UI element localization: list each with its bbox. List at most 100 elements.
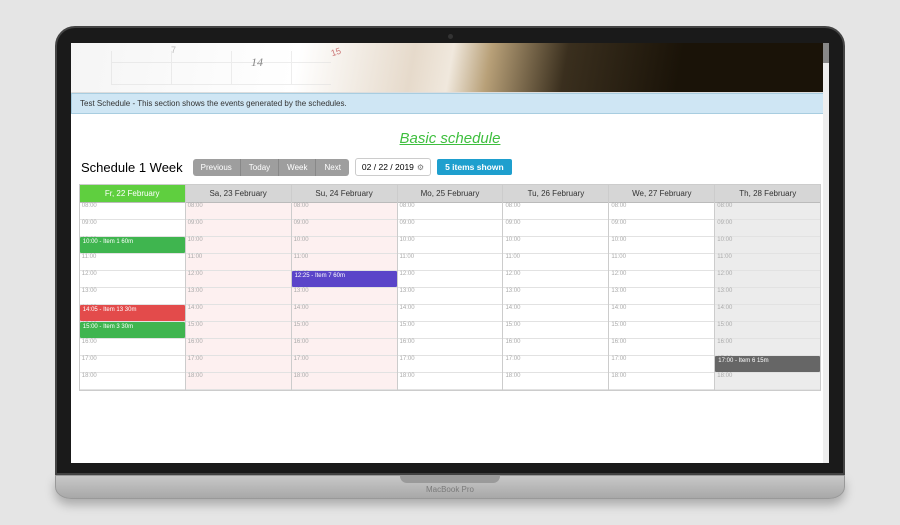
time-slot[interactable]: 17:00 xyxy=(503,356,608,373)
time-slot[interactable]: 15:00 xyxy=(609,322,714,339)
time-slot[interactable]: 09:00 xyxy=(503,220,608,237)
time-slot[interactable]: 10:00 xyxy=(503,237,608,254)
day-header[interactable]: Su, 24 February xyxy=(292,185,397,203)
time-slot[interactable]: 10:00 xyxy=(186,237,291,254)
time-slot[interactable]: 10:00 xyxy=(609,237,714,254)
time-slot[interactable]: 18:00 xyxy=(80,373,185,390)
time-slot[interactable]: 09:00 xyxy=(609,220,714,237)
time-slot[interactable]: 16:00 xyxy=(715,339,820,356)
time-slot[interactable]: 12:00 xyxy=(715,271,820,288)
time-slot[interactable]: 18:00 xyxy=(503,373,608,390)
time-slot[interactable]: 13:00 xyxy=(292,288,397,305)
time-slot[interactable]: 15:00 xyxy=(186,322,291,339)
time-slot[interactable]: 12:00 xyxy=(398,271,503,288)
date-input[interactable]: 02 / 22 / 2019 ⚙ xyxy=(355,158,431,176)
time-slot[interactable]: 16:00 xyxy=(398,339,503,356)
day-header[interactable]: Sa, 23 February xyxy=(186,185,291,203)
time-slot[interactable]: 11:00 xyxy=(186,254,291,271)
time-slot[interactable]: 18:00 xyxy=(398,373,503,390)
time-slot[interactable]: 10:00 xyxy=(715,237,820,254)
time-slot[interactable]: 11:00 xyxy=(80,254,185,271)
time-slot[interactable]: 12:00 xyxy=(186,271,291,288)
time-slot[interactable]: 15:00 xyxy=(715,322,820,339)
time-slot[interactable]: 08:00 xyxy=(292,203,397,220)
day-header[interactable]: We, 27 February xyxy=(609,185,714,203)
time-slot[interactable]: 14:00 xyxy=(186,305,291,322)
gear-icon[interactable]: ⚙ xyxy=(417,163,424,172)
scrollbar-thumb[interactable] xyxy=(823,43,829,63)
time-slot[interactable]: 09:00 xyxy=(186,220,291,237)
time-slot[interactable]: 16:00 xyxy=(80,339,185,356)
time-slot[interactable]: 18:00 xyxy=(609,373,714,390)
time-slot[interactable]: 14:0014:05 - Item 13 30m xyxy=(80,305,185,322)
today-button[interactable]: Today xyxy=(241,159,279,176)
time-slot[interactable]: 17:0017:00 - Item 6 15m xyxy=(715,356,820,373)
day-header[interactable]: Mo, 25 February xyxy=(398,185,503,203)
time-slot[interactable]: 10:0010:00 - Item 1 60m xyxy=(80,237,185,254)
time-slot[interactable]: 17:00 xyxy=(609,356,714,373)
day-column: Su, 24 February08:0009:0010:0011:0012:00… xyxy=(292,185,398,390)
time-slot[interactable]: 09:00 xyxy=(292,220,397,237)
time-slot[interactable]: 17:00 xyxy=(398,356,503,373)
time-slot[interactable]: 09:00 xyxy=(715,220,820,237)
time-slot[interactable]: 16:00 xyxy=(292,339,397,356)
week-button[interactable]: Week xyxy=(279,159,316,176)
time-slot[interactable]: 10:00 xyxy=(398,237,503,254)
time-slot[interactable]: 08:00 xyxy=(186,203,291,220)
scrollbar-vertical[interactable] xyxy=(823,43,829,463)
time-slot[interactable]: 12:00 xyxy=(503,271,608,288)
day-header[interactable]: Th, 28 February xyxy=(715,185,820,203)
time-slot[interactable]: 11:00 xyxy=(398,254,503,271)
day-header[interactable]: Tu, 26 February xyxy=(503,185,608,203)
time-slot[interactable]: 12:00 xyxy=(80,271,185,288)
time-slot[interactable]: 17:00 xyxy=(292,356,397,373)
time-slot[interactable]: 13:00 xyxy=(503,288,608,305)
time-slot[interactable]: 18:00 xyxy=(715,373,820,390)
calendar-event[interactable]: 17:00 - Item 6 15m xyxy=(715,356,820,372)
time-slot[interactable]: 13:00 xyxy=(398,288,503,305)
basic-schedule-link[interactable]: Basic schedule xyxy=(400,130,501,147)
time-slot[interactable]: 12:00 xyxy=(609,271,714,288)
hero-number: 15 xyxy=(330,46,343,59)
next-button[interactable]: Next xyxy=(316,159,348,176)
time-slot[interactable]: 10:00 xyxy=(292,237,397,254)
time-slot[interactable]: 15:00 xyxy=(503,322,608,339)
time-slot[interactable]: 12:0012:25 - Item 7 60m xyxy=(292,271,397,288)
time-slot[interactable]: 09:00 xyxy=(80,220,185,237)
time-slot[interactable]: 16:00 xyxy=(186,339,291,356)
time-slot[interactable]: 11:00 xyxy=(715,254,820,271)
time-slot[interactable]: 09:00 xyxy=(398,220,503,237)
time-slot[interactable]: 18:00 xyxy=(186,373,291,390)
day-header[interactable]: Fr, 22 February xyxy=(80,185,185,203)
calendar-event[interactable]: 15:00 - Item 3 30m xyxy=(80,322,185,338)
time-slot[interactable]: 11:00 xyxy=(609,254,714,271)
time-slot[interactable]: 08:00 xyxy=(715,203,820,220)
time-slot[interactable]: 14:00 xyxy=(292,305,397,322)
calendar-event[interactable]: 14:05 - Item 13 30m xyxy=(80,305,185,321)
time-slot[interactable]: 15:0015:00 - Item 3 30m xyxy=(80,322,185,339)
time-slot[interactable]: 14:00 xyxy=(609,305,714,322)
time-slot[interactable]: 13:00 xyxy=(80,288,185,305)
time-slot[interactable]: 08:00 xyxy=(503,203,608,220)
calendar-event[interactable]: 12:25 - Item 7 60m xyxy=(292,271,397,287)
time-slot[interactable]: 13:00 xyxy=(186,288,291,305)
time-slot[interactable]: 15:00 xyxy=(292,322,397,339)
time-slot[interactable]: 16:00 xyxy=(503,339,608,356)
calendar-event[interactable]: 10:00 - Item 1 60m xyxy=(80,237,185,253)
time-slot[interactable]: 08:00 xyxy=(80,203,185,220)
time-slot[interactable]: 08:00 xyxy=(609,203,714,220)
time-slot[interactable]: 11:00 xyxy=(292,254,397,271)
time-slot[interactable]: 14:00 xyxy=(398,305,503,322)
time-slot[interactable]: 17:00 xyxy=(80,356,185,373)
time-slot[interactable]: 17:00 xyxy=(186,356,291,373)
previous-button[interactable]: Previous xyxy=(193,159,241,176)
time-slot[interactable]: 08:00 xyxy=(398,203,503,220)
time-slot[interactable]: 13:00 xyxy=(609,288,714,305)
time-slot[interactable]: 16:00 xyxy=(609,339,714,356)
time-slot[interactable]: 13:00 xyxy=(715,288,820,305)
time-slot[interactable]: 14:00 xyxy=(715,305,820,322)
time-slot[interactable]: 14:00 xyxy=(503,305,608,322)
time-slot[interactable]: 11:00 xyxy=(503,254,608,271)
time-slot[interactable]: 15:00 xyxy=(398,322,503,339)
time-slot[interactable]: 18:00 xyxy=(292,373,397,390)
